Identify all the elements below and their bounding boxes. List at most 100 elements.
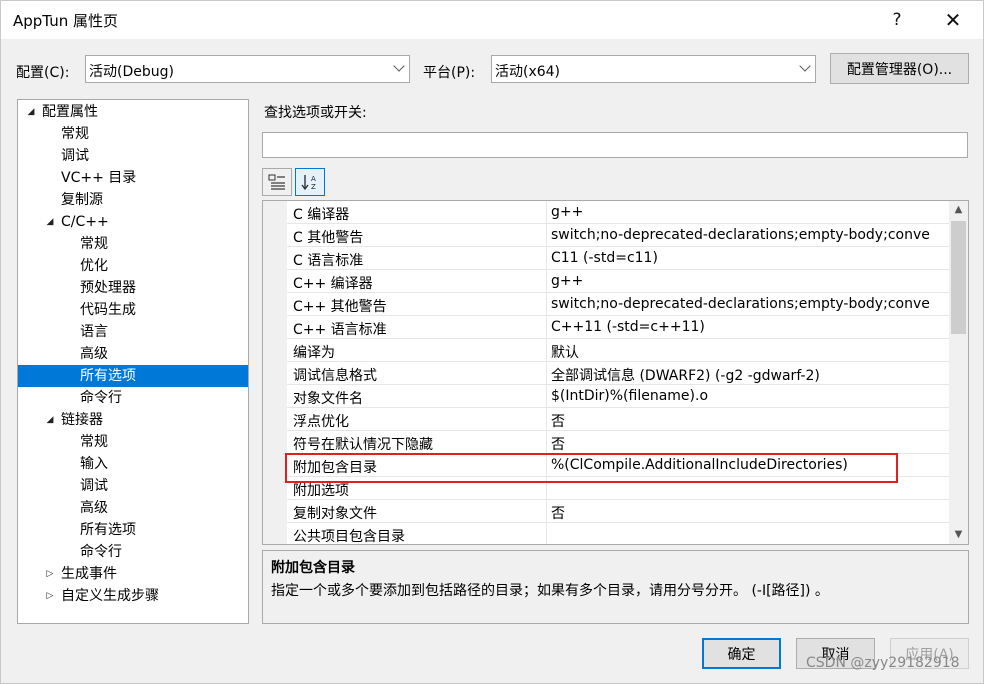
property-value[interactable]: 默认 [551, 342, 949, 362]
description-text: 指定一个或多个要添加到包括路径的目录；如果有多个目录，请用分号分开。 (-I[路… [271, 583, 829, 599]
property-value[interactable]: g++ [551, 273, 949, 289]
categorized-icon [268, 174, 285, 190]
property-value[interactable]: 否 [551, 411, 949, 431]
property-row[interactable]: C 其他警告 switch;no-deprecated-declarations;… [287, 224, 949, 247]
property-row[interactable]: C 编译器 g++ [287, 201, 949, 224]
alphabetical-button[interactable]: A Z [295, 168, 325, 196]
tree-item-label: 调试 [61, 148, 89, 164]
property-row[interactable]: 公共项目包含目录 [287, 523, 949, 545]
platform-label: 平台(P): [423, 65, 476, 81]
property-row[interactable]: C++ 编译器 g++ [287, 270, 949, 293]
property-value[interactable]: C11 (-std=c11) [551, 250, 949, 266]
categorized-button[interactable] [262, 168, 292, 196]
property-row[interactable]: 浮点优化 否 [287, 408, 949, 431]
tree-item-label: 调试 [80, 478, 108, 494]
tree-item[interactable]: 命令行 [18, 387, 248, 409]
chevron-down-icon [393, 60, 405, 72]
property-grid: C 编译器 g++ C 其他警告 switch;no-deprecated-decla… [262, 200, 969, 545]
column-divider [546, 477, 547, 500]
property-row[interactable]: 复制对象文件 否 [287, 500, 949, 523]
property-row[interactable]: 调试信息格式 全部调试信息 (DWARF2) (-g2 -gdwarf-2) [287, 362, 949, 385]
column-divider [546, 247, 547, 270]
column-divider [546, 408, 547, 431]
collapsed-arrow-icon[interactable]: ▷ [45, 585, 55, 607]
tree-item[interactable]: VC++ 目录 [18, 167, 248, 189]
configuration-combo[interactable]: 活动(Debug) [85, 55, 410, 83]
tree-item[interactable]: 常规 [18, 123, 248, 145]
platform-value: 活动(x64) [495, 64, 561, 80]
chevron-down-icon[interactable]: ▼ [949, 526, 968, 544]
chevron-up-icon[interactable]: ▲ [949, 201, 968, 219]
configuration-label: 配置(C): [16, 65, 70, 81]
tree-item[interactable]: ◢ 链接器 [18, 409, 248, 431]
ok-button[interactable]: 确定 [702, 638, 781, 669]
vertical-scrollbar[interactable]: ▲ ▼ [949, 201, 968, 544]
grid-gutter [263, 201, 287, 544]
property-value[interactable]: switch;no-deprecated-declarations;empty-… [551, 296, 949, 312]
search-input[interactable] [262, 132, 968, 158]
column-divider [546, 362, 547, 385]
tree-item[interactable]: ◢ C/C++ [18, 211, 248, 233]
property-row[interactable]: 附加选项 [287, 477, 949, 500]
tree-item[interactable]: 常规 [18, 233, 248, 255]
collapsed-arrow-icon[interactable]: ▷ [45, 563, 55, 585]
column-divider [546, 431, 547, 454]
tree-item-label: 常规 [80, 236, 108, 252]
property-value[interactable]: $(IntDir)%(filename).o [551, 388, 949, 404]
property-value[interactable]: 否 [551, 434, 949, 454]
tree-item[interactable]: ▷ 生成事件 [18, 563, 248, 585]
platform-combo[interactable]: 活动(x64) [491, 55, 816, 83]
property-name: 公共项目包含目录 [293, 529, 405, 545]
column-divider [546, 339, 547, 362]
tree-item[interactable]: 命令行 [18, 541, 248, 563]
tree-item[interactable]: 语言 [18, 321, 248, 343]
property-row[interactable]: 附加包含目录 %(ClCompile.AdditionalIncludeDirec… [287, 454, 949, 477]
expanded-arrow-icon[interactable]: ◢ [45, 211, 55, 233]
property-name: 对象文件名 [293, 391, 363, 407]
property-value[interactable]: %(ClCompile.AdditionalIncludeDirectories… [551, 457, 949, 473]
tree-item[interactable]: 复制源 [18, 189, 248, 211]
tree-item[interactable]: ◢ 配置属性 [18, 101, 248, 123]
tree-item[interactable]: 高级 [18, 343, 248, 365]
property-row[interactable]: C++ 语言标准 C++11 (-std=c++11) [287, 316, 949, 339]
tree-item[interactable]: 调试 [18, 475, 248, 497]
description-panel: 附加包含目录 指定一个或多个要添加到包括路径的目录；如果有多个目录，请用分号分开… [262, 550, 969, 624]
configuration-manager-button[interactable]: 配置管理器(O)... [830, 53, 969, 84]
tree-item[interactable]: 优化 [18, 255, 248, 277]
tree-item[interactable]: 所有选项 [18, 519, 248, 541]
property-value[interactable]: g++ [551, 204, 949, 220]
tree-item[interactable]: 预处理器 [18, 277, 248, 299]
property-pages-dialog: AppTun 属性页 ? ✕ 配置(C): 活动(Debug) 平台(P): 活… [0, 0, 984, 684]
tree-item[interactable]: 高级 [18, 497, 248, 519]
tree-item[interactable]: 输入 [18, 453, 248, 475]
tree-item[interactable]: 调试 [18, 145, 248, 167]
tree-item[interactable]: 代码生成 [18, 299, 248, 321]
tree-item-label: VC++ 目录 [61, 170, 137, 186]
property-name: 符号在默认情况下隐藏 [293, 437, 433, 453]
help-button[interactable]: ? [874, 1, 920, 39]
property-tree[interactable]: ◢ 配置属性 常规 调试 VC++ 目录 复制源 ◢ C/C++ 常规 优化 预处理器 代码生成 语言高… [17, 99, 249, 624]
tree-item-label: 所有选项 [80, 368, 136, 384]
column-divider [546, 316, 547, 339]
property-row[interactable]: C++ 其他警告 switch;no-deprecated-declaration… [287, 293, 949, 316]
property-value[interactable]: 全部调试信息 (DWARF2) (-g2 -gdwarf-2) [551, 365, 949, 385]
chevron-down-icon [799, 60, 811, 72]
tree-item[interactable]: 所有选项 [18, 365, 248, 387]
scrollbar-thumb[interactable] [951, 221, 966, 334]
tree-item-label: 自定义生成步骤 [61, 588, 159, 604]
expanded-arrow-icon[interactable]: ◢ [45, 409, 55, 431]
property-row[interactable]: C 语言标准 C11 (-std=c11) [287, 247, 949, 270]
property-row[interactable]: 符号在默认情况下隐藏 否 [287, 431, 949, 454]
tree-item-label: 高级 [80, 346, 108, 362]
property-name: 附加包含目录 [293, 460, 377, 476]
property-value[interactable]: 否 [551, 503, 949, 523]
close-button[interactable]: ✕ [930, 1, 976, 39]
tree-item[interactable]: ▷ 自定义生成步骤 [18, 585, 248, 607]
expanded-arrow-icon[interactable]: ◢ [26, 101, 36, 123]
property-value[interactable]: switch;no-deprecated-declarations;empty-… [551, 227, 949, 243]
property-name: 编译为 [293, 345, 335, 361]
property-row[interactable]: 对象文件名 $(IntDir)%(filename).o [287, 385, 949, 408]
tree-item[interactable]: 常规 [18, 431, 248, 453]
property-row[interactable]: 编译为 默认 [287, 339, 949, 362]
property-value[interactable]: C++11 (-std=c++11) [551, 319, 949, 335]
